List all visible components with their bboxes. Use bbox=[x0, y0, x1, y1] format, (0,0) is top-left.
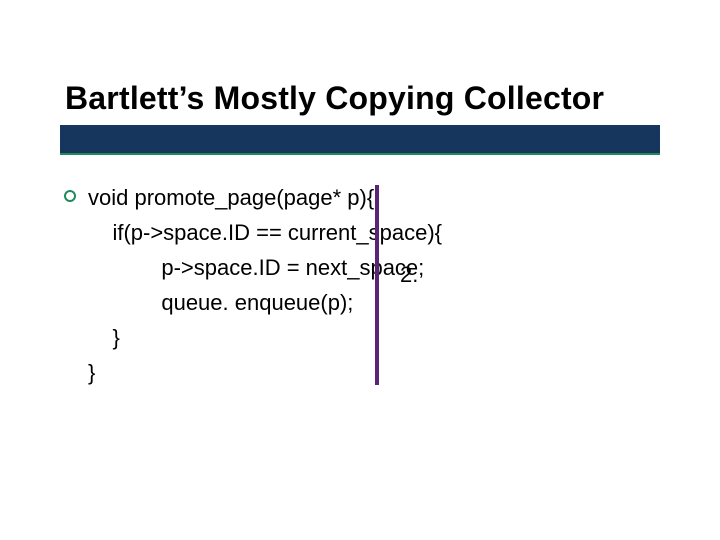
title-underline-bar bbox=[60, 125, 660, 153]
code-line: } bbox=[88, 325, 120, 350]
code-line: void promote_page(page* p){ bbox=[88, 185, 374, 210]
code-block: void promote_page(page* p){ if(p->space.… bbox=[88, 180, 408, 390]
bullet-icon bbox=[64, 190, 76, 202]
vertical-divider bbox=[375, 185, 379, 385]
annotation-number: 2. bbox=[400, 262, 418, 288]
code-line: if(p->space.ID == current_space){ bbox=[88, 220, 442, 245]
slide-title: Bartlett’s Mostly Copying Collector bbox=[65, 80, 685, 117]
code-line: p->space.ID = next_space; bbox=[88, 255, 424, 280]
code-line: } bbox=[88, 360, 95, 385]
code-line: queue. enqueue(p); bbox=[88, 290, 353, 315]
title-underline-accent bbox=[60, 153, 660, 155]
slide: Bartlett’s Mostly Copying Collector void… bbox=[0, 0, 720, 540]
